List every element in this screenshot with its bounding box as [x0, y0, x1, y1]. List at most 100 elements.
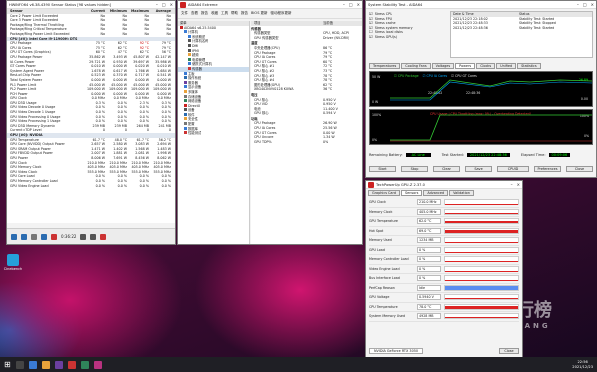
- close-button[interactable]: Close: [499, 347, 519, 354]
- tab[interactable]: Statistics: [517, 63, 541, 69]
- minimize-icon[interactable]: –: [156, 2, 158, 7]
- tab[interactable]: Sensors: [400, 190, 423, 196]
- sensor-row: GPU Clock 210.0 MHz: [369, 198, 519, 208]
- app-icon: [7, 254, 19, 266]
- toolbar-button[interactable]: 驱动程序更新: [271, 11, 292, 16]
- menu-item[interactable]: 帮助: [231, 11, 238, 16]
- aida64-taskbar-icon[interactable]: [67, 360, 76, 369]
- edge-icon[interactable]: [28, 360, 37, 369]
- nav-right-icon[interactable]: [21, 233, 27, 240]
- tree-node-icon: [184, 85, 187, 89]
- sensor-graph-fill: [445, 298, 518, 300]
- app-icon[interactable]: [54, 360, 63, 369]
- sensor-label: GPU Temperature: [369, 219, 398, 224]
- tab[interactable]: Validation: [449, 190, 474, 196]
- close-button[interactable]: Close: [566, 166, 593, 172]
- sensor-label: GPU Load: [369, 247, 385, 252]
- sensor-row[interactable]: GPU 核心 0.594 V: [251, 111, 362, 116]
- start-icon[interactable]: ⊞: [4, 360, 11, 369]
- aida64-window[interactable]: AIDA64 Extreme – □ × 文件 查看 报告 收藏 工具 帮助 报告 BIOS 更新…: [177, 0, 363, 245]
- sensor-row: Memory Clock 405.0 MHz: [369, 208, 519, 217]
- maximize-icon[interactable]: □: [162, 2, 166, 7]
- tree-node-icon: [184, 122, 187, 126]
- stop-button[interactable]: Stop: [401, 166, 428, 172]
- close-icon[interactable]: ×: [517, 182, 520, 187]
- close-sensors-icon[interactable]: [100, 233, 107, 240]
- clock[interactable]: 22:56 2021/12/23: [572, 360, 593, 369]
- clear-button[interactable]: Clear: [433, 166, 460, 172]
- save-button[interactable]: Save: [465, 166, 492, 172]
- gpu-select[interactable]: NVIDIA GeForce RTX 3050: [369, 347, 424, 354]
- tab[interactable]: Clocks: [476, 63, 496, 69]
- minimize-icon[interactable]: –: [343, 2, 345, 7]
- gpuz-window[interactable]: TechPowerUp GPU-Z 2.37.0 – × Graphics Car…: [365, 180, 523, 358]
- menu-item[interactable]: 工具: [221, 11, 228, 16]
- table-row[interactable]: GPU Video Engine Load 0.0 % 0.0 % 0.0 % 0.0 …: [7, 184, 175, 189]
- tab[interactable]: Powers: [455, 63, 476, 69]
- hwinfo-taskbar-icon[interactable]: [80, 360, 89, 369]
- monitor-icon[interactable]: [41, 233, 47, 240]
- minimize-icon[interactable]: –: [511, 182, 513, 187]
- stability-test-window[interactable]: System Stability Test - AIDA64 – □ × ☑ Stre…: [365, 0, 597, 178]
- sensor-row[interactable]: XBG402NVV0128 KXWA 36 °C: [251, 87, 362, 92]
- sensor-graph-fill: [445, 241, 518, 243]
- checkbox-icon[interactable]: ☑: [369, 35, 373, 40]
- tree-node-icon: [188, 43, 191, 47]
- start-button[interactable]: Start: [369, 166, 396, 172]
- sensor-label: System Memory Used: [369, 314, 406, 319]
- toolbar-button[interactable]: BIOS 更新: [251, 11, 268, 16]
- menu-item[interactable]: 查看: [191, 11, 198, 16]
- minimize-icon[interactable]: –: [577, 2, 579, 7]
- menu-item[interactable]: 报告: [201, 11, 208, 16]
- sensor-label: GPU Voltage: [369, 295, 390, 300]
- hwinfo-window[interactable]: HWiNFO64 v6.38-4390 Sensor Status [98 va…: [6, 0, 176, 245]
- graph-tabs[interactable]: Temperatures Cooling Fans Voltages Powers Cl…: [369, 63, 593, 70]
- gpuz-tabs[interactable]: Graphics Card Sensors Advanced Validation: [366, 189, 522, 196]
- sensor-row[interactable]: GPU 传感器类型 Driver (NV-DRV): [251, 36, 362, 41]
- nav-left-icon[interactable]: [11, 233, 17, 240]
- tree-item[interactable]: 性能测试: [178, 131, 249, 136]
- stress-checkbox[interactable]: ☑ Stress GPU(s): [369, 35, 449, 40]
- gpuz-footer: NVIDIA GeForce RTX 3050 Close: [369, 347, 519, 354]
- sensor-panel: 项目 当前值 传感器 传感器类型 CPU, HDD, ACPI GPU 传感器类型 Driv…: [251, 21, 362, 244]
- preferences-button[interactable]: Preferences: [534, 166, 561, 172]
- sensor-graph: [444, 275, 519, 282]
- reset-icon[interactable]: [90, 233, 97, 240]
- toolbar-button[interactable]: 报告: [241, 11, 248, 16]
- close-icon[interactable]: ×: [591, 2, 594, 7]
- search-icon[interactable]: [15, 360, 24, 369]
- network-icon[interactable]: [31, 233, 37, 240]
- close-icon[interactable]: ×: [357, 2, 360, 7]
- sensor-row[interactable]: GPU TDP% 0%: [251, 140, 362, 145]
- cpuid-button[interactable]: CPUID: [497, 166, 529, 172]
- sensor-label: Bus Interface Load: [369, 276, 400, 281]
- close-icon[interactable]: ×: [170, 2, 173, 7]
- sensor-label: CPU Temperature: [369, 304, 398, 309]
- elapsed-timer: 0:36:22: [61, 234, 77, 239]
- desktop-icon-cinebench[interactable]: Cinebench: [3, 254, 23, 271]
- tab[interactable]: Advanced: [423, 190, 449, 196]
- tab[interactable]: Temperatures: [369, 63, 401, 69]
- menu-item[interactable]: 文件: [181, 11, 188, 16]
- tab[interactable]: Voltages: [431, 63, 455, 69]
- sensor-table[interactable]: Core 2 Power Limit Exceeded No No No No Core …: [7, 13, 175, 223]
- sensor-value: 0.0 %: [95, 183, 105, 188]
- action-buttons: Start Stop Clear Save CPUID Preferences Close: [369, 166, 593, 173]
- menu-bar: 文件 查看 报告 收藏 工具 帮助 报告 BIOS 更新 驱动程序更新: [178, 9, 362, 19]
- maximize-icon[interactable]: □: [583, 2, 587, 7]
- maximize-icon[interactable]: □: [349, 2, 353, 7]
- tab[interactable]: Cooling Fans: [401, 63, 431, 69]
- tab[interactable]: Unified: [496, 63, 517, 69]
- menu-item[interactable]: 收藏: [211, 11, 218, 16]
- folder-icon[interactable]: [41, 360, 50, 369]
- settings-icon[interactable]: [80, 233, 87, 240]
- log-icon[interactable]: [51, 233, 57, 240]
- sensor-value: Idle: [417, 284, 441, 291]
- tab[interactable]: Graphics Card: [368, 190, 400, 196]
- cinebench-taskbar-icon[interactable]: [93, 360, 102, 369]
- sensor-graph: [444, 284, 519, 291]
- sensor-graph: [444, 227, 519, 234]
- hwinfo-toolbar: 0:36:22: [7, 228, 175, 244]
- sensor-label: Memory Controller Load: [369, 257, 409, 262]
- navigation-tree[interactable]: 菜单 AIDA64 v6.25.5400 计算机 系统概述 计算机名称 DMI IPMI 超频…: [178, 21, 250, 244]
